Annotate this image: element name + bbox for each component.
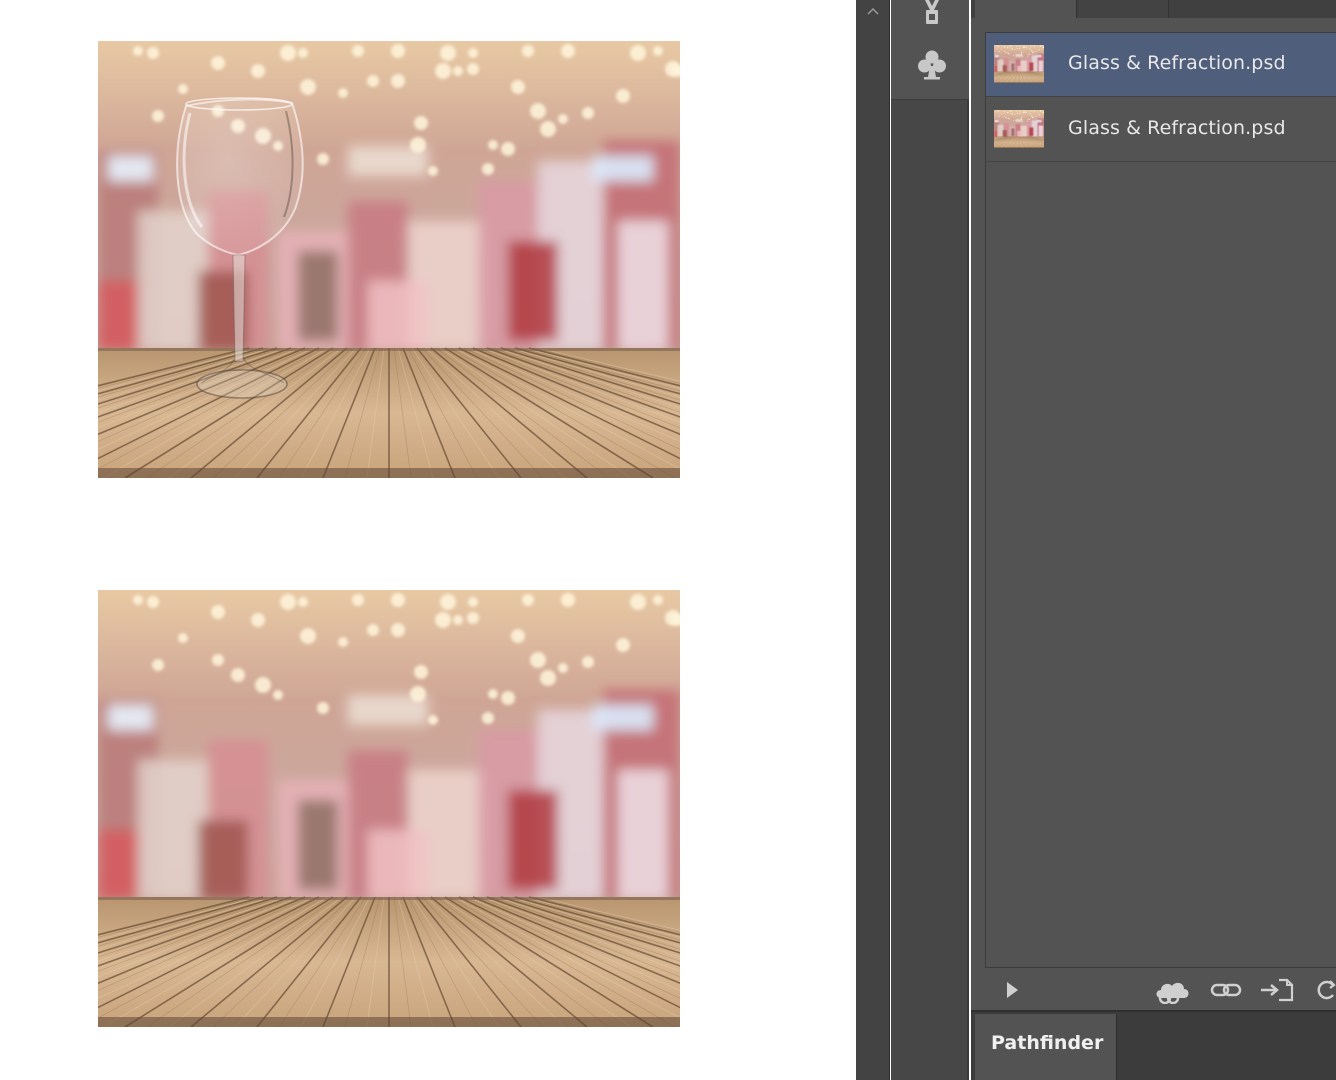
file-list: Glass & Refraction.psd Glass & Refractio… — [985, 32, 1336, 968]
collapsed-toolstrip — [856, 0, 890, 1080]
creative-cloud-icon[interactable] — [1153, 976, 1193, 1004]
list-item[interactable]: Glass & Refraction.psd — [986, 33, 1336, 97]
photo-without-glass — [98, 590, 680, 1027]
list-item[interactable]: Glass & Refraction.psd — [986, 98, 1336, 162]
tab-pathfinder-label: Pathfinder — [991, 1032, 1104, 1054]
collapse-chevron-icon[interactable] — [865, 4, 881, 20]
brush-icon[interactable] — [915, 0, 949, 28]
photo-with-wine-glass — [98, 41, 680, 478]
file-name: Glass & Refraction.psd — [1068, 117, 1286, 139]
panel-footer — [971, 970, 1336, 1010]
play-icon[interactable] — [1003, 976, 1021, 1004]
tab-other[interactable] — [1079, 0, 1169, 18]
tab-pathfinder[interactable]: Pathfinder — [975, 1014, 1117, 1080]
place-linked-icon[interactable] — [1259, 976, 1295, 1004]
link-icon[interactable] — [1209, 976, 1243, 1004]
icon-group — [891, 0, 969, 100]
file-name: Glass & Refraction.psd — [1068, 52, 1286, 74]
links-panel: Glass & Refraction.psd Glass & Refractio… — [971, 0, 1336, 1080]
panel-icon-strip — [891, 0, 969, 1080]
document-canvas — [0, 0, 856, 1080]
club-icon[interactable] — [915, 48, 949, 82]
bottom-panel: Pathfinder — [971, 1010, 1336, 1080]
file-thumbnail — [994, 110, 1044, 148]
tab-links[interactable] — [975, 0, 1077, 18]
file-thumbnail — [994, 45, 1044, 83]
update-icon[interactable] — [1315, 976, 1336, 1004]
panel-tabbar — [971, 0, 1336, 18]
